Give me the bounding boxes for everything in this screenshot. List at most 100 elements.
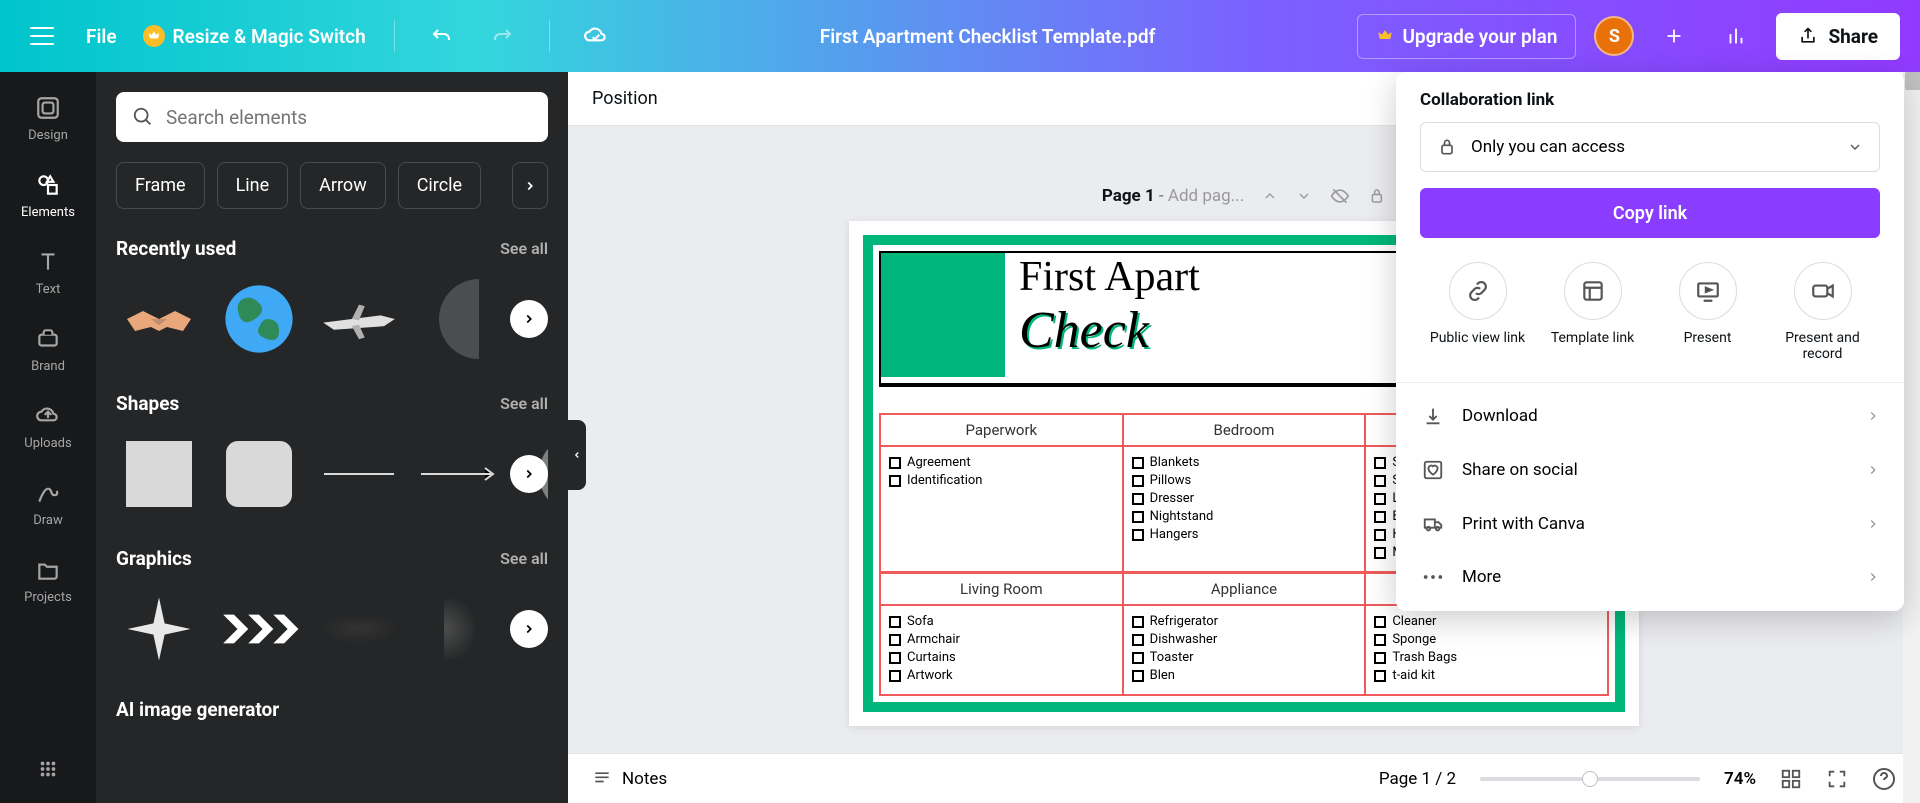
element-partial[interactable] bbox=[416, 276, 502, 362]
rail-apps[interactable] bbox=[0, 741, 96, 803]
section-ai-image: AI image generator bbox=[116, 698, 548, 721]
more-dots-icon bbox=[1422, 573, 1444, 581]
element-handshake[interactable] bbox=[116, 276, 202, 362]
checkbox-icon bbox=[1132, 511, 1144, 523]
resize-magic-switch[interactable]: Resize & Magic Switch bbox=[139, 17, 370, 56]
document-title[interactable]: First Apartment Checklist Template.pdf bbox=[636, 25, 1340, 48]
rail-brand[interactable]: Brand bbox=[0, 311, 96, 388]
page-indicator[interactable]: Page 1 / 2 bbox=[1379, 769, 1456, 789]
chip-frame[interactable]: Frame bbox=[116, 162, 205, 209]
zoom-percent[interactable]: 74% bbox=[1724, 769, 1756, 789]
rail-uploads[interactable]: Uploads bbox=[0, 388, 96, 465]
fullscreen-icon[interactable] bbox=[1826, 768, 1848, 790]
template-icon bbox=[1580, 278, 1606, 304]
checkbox-icon bbox=[889, 652, 901, 664]
rail-projects[interactable]: Projects bbox=[0, 542, 96, 619]
shape-square[interactable] bbox=[116, 431, 202, 517]
notes-button[interactable]: Notes bbox=[592, 769, 667, 789]
window-scrollbar[interactable] bbox=[1903, 72, 1920, 803]
record-icon bbox=[1810, 278, 1836, 304]
share-social-row[interactable]: Share on social bbox=[1420, 443, 1880, 497]
checklist-item-label: Nightstand bbox=[1150, 509, 1214, 524]
present-record-option[interactable]: Present and record bbox=[1773, 262, 1873, 362]
chip-line[interactable]: Line bbox=[217, 162, 289, 209]
zoom-slider[interactable] bbox=[1480, 777, 1700, 781]
more-row[interactable]: More bbox=[1420, 551, 1880, 603]
add-collaborator-button[interactable] bbox=[1652, 14, 1696, 58]
undo-button[interactable] bbox=[419, 14, 463, 58]
element-globe[interactable] bbox=[216, 276, 302, 362]
thumbs-scroll-right[interactable] bbox=[510, 300, 548, 338]
rail-text[interactable]: Text bbox=[0, 234, 96, 311]
checkbox-icon bbox=[1374, 547, 1386, 559]
element-airplane[interactable] bbox=[316, 276, 402, 362]
page-down-icon[interactable] bbox=[1296, 188, 1312, 204]
search-field[interactable] bbox=[166, 106, 532, 129]
rail-elements[interactable]: Elements bbox=[0, 157, 96, 234]
graphic-partial[interactable] bbox=[416, 586, 502, 672]
help-icon[interactable] bbox=[1872, 767, 1896, 791]
checklist-item: Refrigerator bbox=[1132, 614, 1357, 629]
crown-icon bbox=[1376, 27, 1394, 45]
user-avatar[interactable]: S bbox=[1594, 16, 1634, 56]
checklist-item: Pillows bbox=[1132, 473, 1357, 488]
section-title: Shapes bbox=[116, 392, 179, 415]
template-link-option[interactable]: Template link bbox=[1543, 262, 1643, 362]
grid-view-icon[interactable] bbox=[1780, 768, 1802, 790]
header-green-square bbox=[881, 253, 1005, 377]
lock-icon bbox=[1437, 137, 1457, 157]
chips-scroll-right[interactable] bbox=[512, 162, 548, 209]
checkbox-icon bbox=[889, 634, 901, 646]
graphic-sparkle[interactable] bbox=[116, 586, 202, 672]
chip-arrow[interactable]: Arrow bbox=[300, 162, 386, 209]
search-elements-input[interactable] bbox=[116, 92, 548, 142]
see-all-link[interactable]: See all bbox=[500, 549, 548, 568]
checkbox-icon bbox=[1374, 652, 1386, 664]
visibility-icon[interactable] bbox=[1330, 186, 1350, 206]
redo-button[interactable] bbox=[481, 14, 525, 58]
see-all-link[interactable]: See all bbox=[500, 394, 548, 413]
checkbox-icon bbox=[1132, 616, 1144, 628]
left-rail: Design Elements Text Brand Uploads Draw … bbox=[0, 72, 96, 803]
notes-icon bbox=[592, 769, 612, 789]
collab-link-title: Collaboration link bbox=[1420, 90, 1880, 110]
top-header: File Resize & Magic Switch First Apartme… bbox=[0, 0, 1920, 72]
share-button[interactable]: Share bbox=[1776, 13, 1900, 60]
add-page-title[interactable]: Add pag... bbox=[1168, 186, 1244, 206]
thumbs-scroll-right[interactable] bbox=[510, 455, 548, 493]
shape-rounded-square[interactable] bbox=[216, 431, 302, 517]
checkbox-icon bbox=[1132, 457, 1144, 469]
page-up-icon[interactable] bbox=[1262, 188, 1278, 204]
upgrade-plan-button[interactable]: Upgrade your plan bbox=[1357, 14, 1576, 59]
present-option[interactable]: Present bbox=[1658, 262, 1758, 362]
checklist-item-label: Pillows bbox=[1150, 473, 1192, 488]
download-row[interactable]: Download bbox=[1420, 389, 1880, 443]
search-icon bbox=[132, 106, 154, 128]
analytics-button[interactable] bbox=[1714, 14, 1758, 58]
crown-icon bbox=[143, 25, 165, 47]
section-title: Graphics bbox=[116, 547, 192, 570]
chip-circle[interactable]: Circle bbox=[398, 162, 481, 209]
graphic-blur-oval[interactable] bbox=[316, 586, 402, 672]
hamburger-menu[interactable] bbox=[20, 14, 64, 58]
cloud-sync-icon[interactable] bbox=[574, 14, 618, 58]
graphic-chevrons[interactable] bbox=[216, 586, 302, 672]
share-popover: Collaboration link Only you can access C… bbox=[1396, 72, 1904, 611]
shape-line[interactable] bbox=[316, 431, 402, 517]
access-dropdown[interactable]: Only you can access bbox=[1420, 122, 1880, 172]
rail-draw[interactable]: Draw bbox=[0, 465, 96, 542]
checklist-item-label: Trash Bags bbox=[1392, 650, 1457, 665]
file-menu[interactable]: File bbox=[82, 17, 121, 56]
panel-collapse-tab[interactable] bbox=[568, 420, 586, 490]
doc-main-title: First Apart bbox=[1019, 253, 1200, 301]
lock-icon[interactable] bbox=[1368, 187, 1386, 205]
copy-link-button[interactable]: Copy link bbox=[1420, 188, 1880, 238]
print-canva-row[interactable]: Print with Canva bbox=[1420, 497, 1880, 551]
position-button[interactable]: Position bbox=[592, 88, 658, 109]
see-all-link[interactable]: See all bbox=[500, 239, 548, 258]
rail-design[interactable]: Design bbox=[0, 80, 96, 157]
thumbs-scroll-right[interactable] bbox=[510, 610, 548, 648]
shape-arrow-line[interactable] bbox=[416, 431, 502, 517]
public-view-link-option[interactable]: Public view link bbox=[1428, 262, 1528, 362]
checklist-item-label: Cleaner bbox=[1392, 614, 1436, 629]
